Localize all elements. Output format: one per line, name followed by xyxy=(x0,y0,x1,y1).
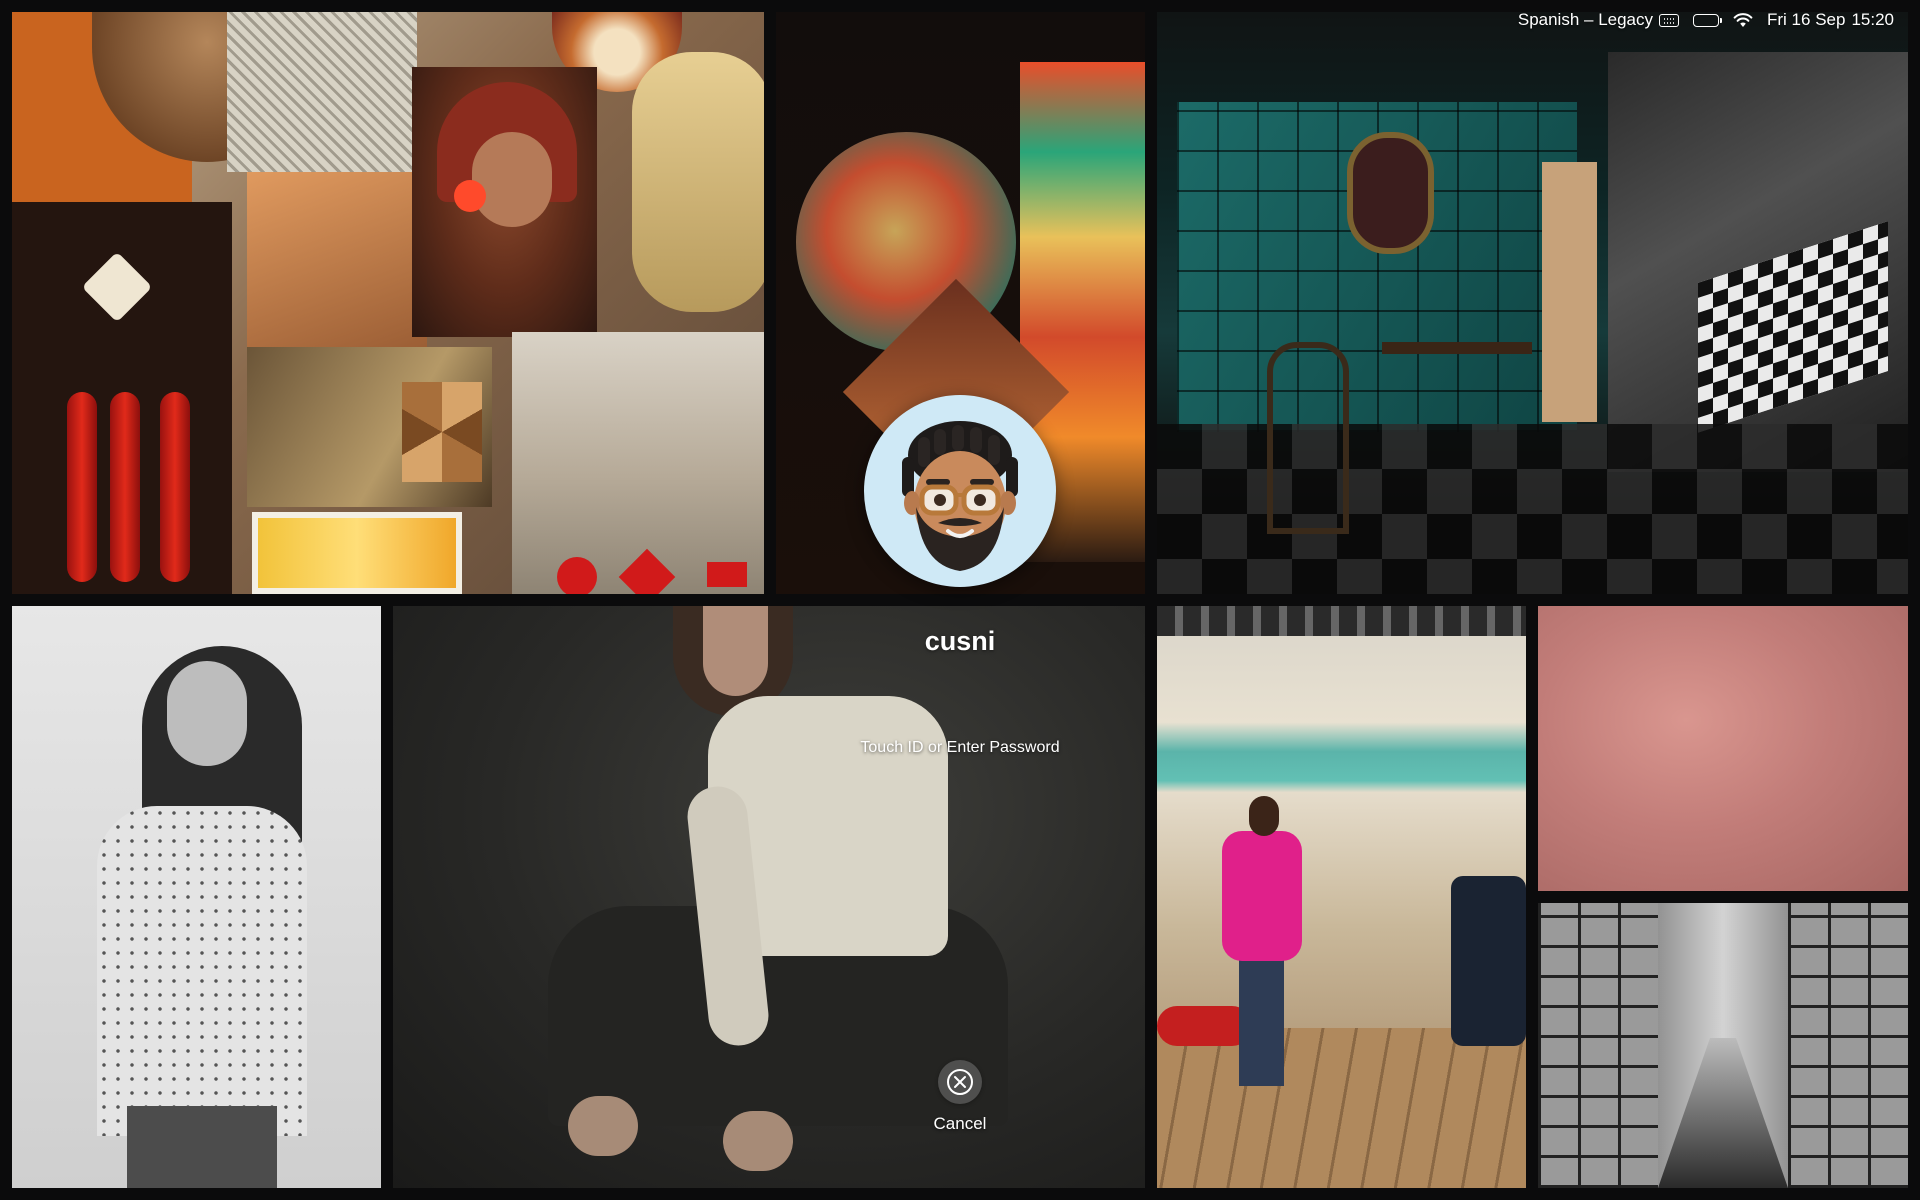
username-label: cusni xyxy=(924,626,996,656)
wifi-icon xyxy=(1733,13,1753,27)
wallpaper-tile-collage xyxy=(12,12,764,594)
date-label: Fri 16 Sep xyxy=(1767,10,1846,29)
input-source-menu[interactable]: Spanish – Legacy xyxy=(1517,10,1680,30)
cancel-label: Cancel xyxy=(933,1114,987,1133)
cancel-button[interactable]: Cancel xyxy=(910,1060,1010,1134)
lock-screen: Spanish – Legacy Fri 16 Sep 15:20 cusni … xyxy=(0,0,1920,1200)
battery-status[interactable] xyxy=(1693,13,1723,27)
wallpaper-tile-teal-room xyxy=(1157,12,1908,594)
user-avatar[interactable] xyxy=(864,395,1056,587)
clock[interactable]: Fri 16 Sep 15:20 xyxy=(1767,10,1894,30)
keyboard-icon xyxy=(1659,13,1680,27)
close-icon xyxy=(938,1060,982,1104)
battery-icon xyxy=(1693,13,1723,27)
memoji-avatar-icon xyxy=(902,421,1018,571)
wifi-status[interactable] xyxy=(1733,12,1753,28)
wallpaper-tile-bw-portrait xyxy=(12,606,381,1188)
input-source-label: Spanish – Legacy xyxy=(1517,10,1654,29)
wallpaper-tile-dancer xyxy=(393,606,1145,1188)
time-label: 15:20 xyxy=(1851,10,1894,29)
password-prompt[interactable]: Touch ID or Enter Password xyxy=(760,739,1160,757)
wallpaper-tile-skin xyxy=(1538,606,1908,891)
wallpaper-tile-corridor xyxy=(1538,903,1908,1188)
wallpaper-tile-pink-coat xyxy=(1157,606,1526,1188)
menu-bar: Spanish – Legacy Fri 16 Sep 15:20 xyxy=(1518,8,1894,32)
